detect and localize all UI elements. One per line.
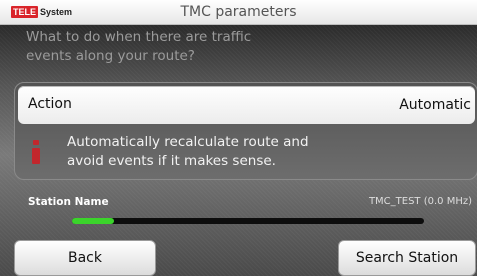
question-line-2: events along your route? [26,48,195,64]
signal-strength-fill [72,218,115,224]
signal-strength-bar [72,218,424,224]
info-icon-dot [33,140,39,145]
search-station-button[interactable]: Search Station [338,240,476,276]
info-icon-bar [32,148,40,164]
station-name-label: Station Name [28,196,109,208]
station-name-value: TMC_TEST (0.0 MHz) [368,196,472,207]
question-line-1: What to do when there are traffic [26,29,252,45]
title-bar: TELE System TMC parameters [0,0,477,25]
description-line-2: avoid events if it makes sense. [67,153,276,169]
tmc-parameters-screen: TELE System TMC parameters What to do whe… [0,0,477,276]
info-icon [30,140,42,166]
page-title: TMC parameters [180,4,297,20]
back-button[interactable]: Back [14,240,156,276]
action-label: Action [28,96,72,112]
action-description: Automatically recalculate route and avoi… [67,133,367,171]
description-line-1: Automatically recalculate route and [67,134,309,150]
question-text: What to do when there are traffic events… [26,28,326,66]
action-value: Automatic [399,97,471,113]
action-selector[interactable]: Action Automatic [18,86,475,124]
